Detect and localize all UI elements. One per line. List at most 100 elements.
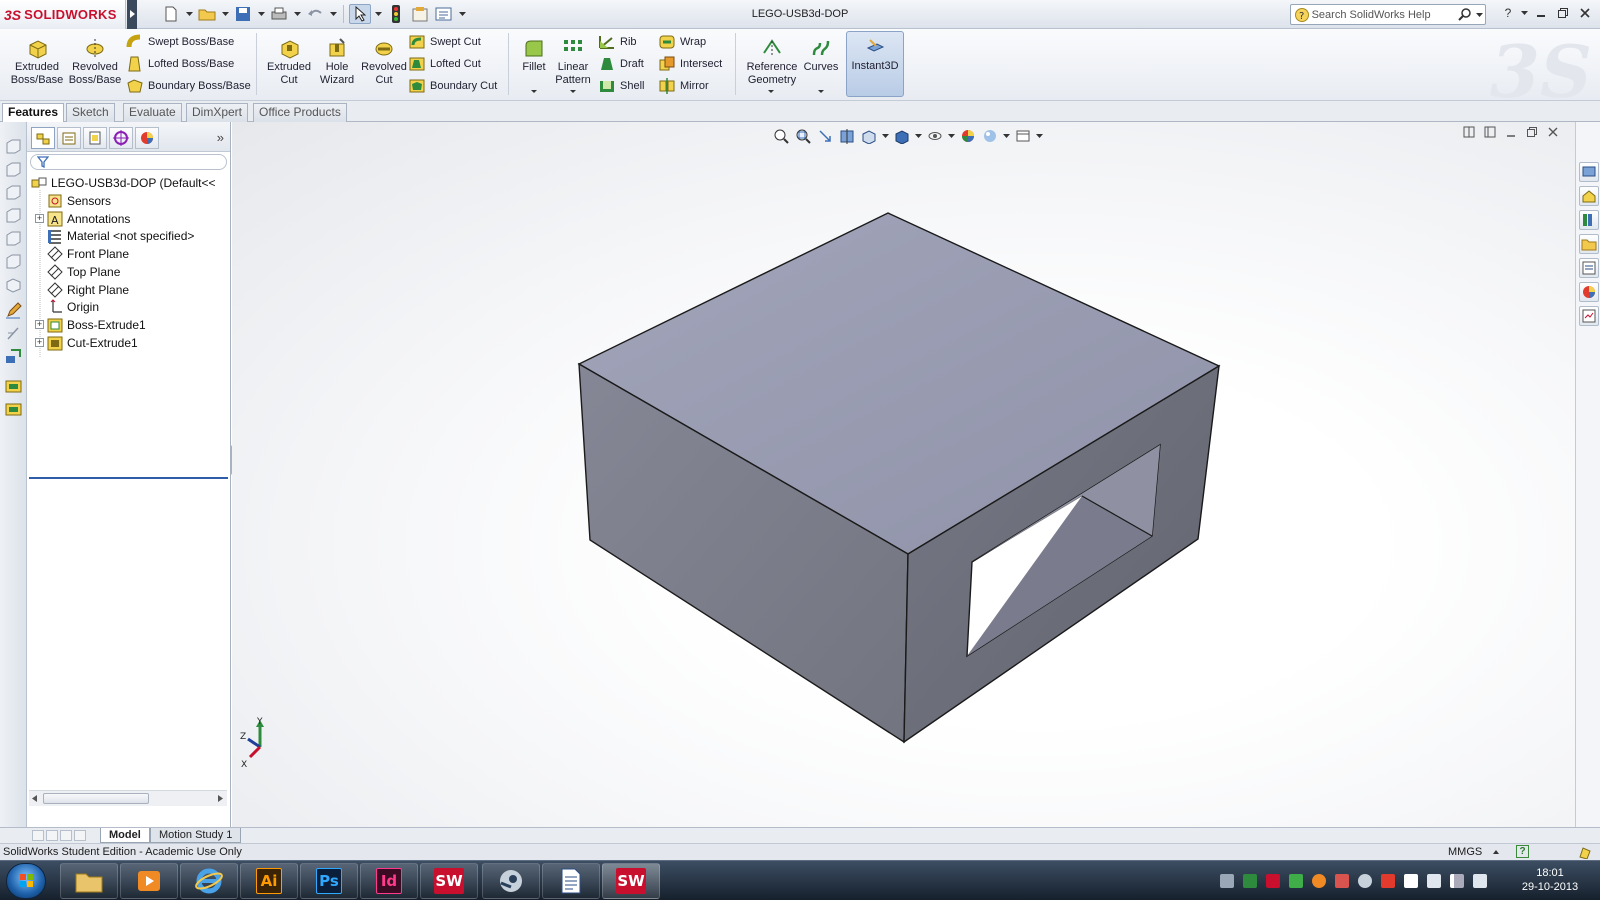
search-dropdown-arrow[interactable]	[1475, 12, 1485, 18]
extruded-cut-button[interactable]: Extruded Cut	[262, 33, 316, 95]
tab-sketch[interactable]: Sketch	[66, 103, 115, 122]
select-pointer-icon[interactable]	[349, 4, 371, 24]
tree-item[interactable]: Cut-Extrude1	[47, 334, 138, 352]
help-search-input[interactable]	[1311, 5, 1458, 24]
tree-item[interactable]: Top Plane	[47, 263, 120, 281]
tree-root-part[interactable]: LEGO-USB3d-DOP (Default<<	[31, 174, 216, 192]
first-tab-arrow-icon[interactable]	[32, 830, 44, 841]
linear-pattern-dropdown-arrow[interactable]	[570, 90, 576, 93]
action-center-flag-icon[interactable]	[1404, 874, 1418, 888]
print-dropdown-arrow[interactable]	[292, 4, 302, 24]
configuration-manager-tab-icon[interactable]	[83, 127, 107, 149]
new-document-icon[interactable]	[160, 4, 182, 24]
scroll-left-arrow-icon[interactable]	[32, 795, 38, 802]
boundary-cut-button[interactable]: Boundary Cut	[408, 76, 497, 96]
left-view-icon[interactable]	[5, 184, 22, 201]
appearances-scenes-icon[interactable]	[1579, 282, 1599, 302]
help-search-box[interactable]: ?	[1290, 4, 1486, 25]
feature-tree-tab-icon[interactable]	[31, 127, 55, 149]
signal-bars-icon[interactable]	[1450, 874, 1464, 888]
last-tab-arrow-icon[interactable]	[74, 830, 86, 841]
revolved-boss-button[interactable]: Revolved Boss/Base	[68, 33, 122, 95]
save-icon[interactable]	[232, 4, 254, 24]
solidworks-resources-icon[interactable]	[1579, 162, 1599, 182]
minimize-icon[interactable]	[1532, 4, 1550, 22]
boundary-boss-button[interactable]: Boundary Boss/Base	[126, 76, 251, 96]
network-app-icon[interactable]	[1289, 874, 1303, 888]
view-palette-icon[interactable]	[1579, 258, 1599, 278]
tree-item[interactable]: Front Plane	[47, 245, 129, 263]
windows-start-button[interactable]	[6, 863, 46, 899]
tab-model[interactable]: Model	[100, 828, 150, 843]
isometric-view-icon[interactable]	[5, 276, 22, 293]
open-dropdown-arrow[interactable]	[220, 4, 230, 24]
new-dropdown-arrow[interactable]	[184, 4, 194, 24]
options-icon[interactable]	[433, 4, 455, 24]
restore-icon[interactable]	[1554, 4, 1572, 22]
next-tab-arrow-icon[interactable]	[60, 830, 72, 841]
taskbar-photoshop[interactable]: Ps	[300, 863, 358, 899]
graphics-area[interactable]: Y Z X	[232, 122, 1575, 827]
extruded-boss-button[interactable]: Extruded Boss/Base	[10, 33, 64, 95]
tree-item[interactable]: Material <not specified>	[47, 227, 194, 245]
taskbar-steam[interactable]	[482, 863, 540, 899]
instant3d-button[interactable]: Instant3D	[846, 31, 904, 97]
tab-dimxpert[interactable]: DimXpert	[186, 103, 249, 122]
swept-boss-button[interactable]: Swept Boss/Base	[126, 32, 234, 52]
volume-icon[interactable]	[1473, 874, 1487, 888]
file-properties-icon[interactable]	[409, 4, 431, 24]
part-model-3d[interactable]	[232, 122, 1575, 827]
taskbar-document-viewer[interactable]	[542, 863, 600, 899]
options-dropdown-arrow[interactable]	[457, 4, 467, 24]
lofted-boss-button[interactable]: Lofted Boss/Base	[126, 54, 234, 74]
file-explorer-icon[interactable]	[1579, 234, 1599, 254]
tree-item[interactable]: Sensors	[47, 192, 111, 210]
rebuild-status-icon[interactable]	[1578, 845, 1592, 859]
magnifier-icon[interactable]	[1457, 7, 1472, 22]
power-icon[interactable]	[1427, 874, 1441, 888]
tree-item[interactable]: Origin	[47, 298, 99, 316]
tree-item[interactable]: Boss-Extrude1	[47, 316, 146, 334]
scroll-thumb[interactable]	[43, 793, 149, 804]
fillet-dropdown-arrow[interactable]	[531, 90, 537, 93]
menu-expand-arrow[interactable]	[127, 0, 137, 29]
feature-tree-horizontal-scrollbar[interactable]	[29, 790, 227, 806]
property-manager-tab-icon[interactable]	[57, 127, 81, 149]
feature-tool-2-icon[interactable]	[5, 401, 22, 418]
undo-icon[interactable]	[304, 4, 326, 24]
close-icon[interactable]	[1576, 4, 1594, 22]
shell-button[interactable]: Shell	[598, 76, 644, 96]
intersect-button[interactable]: Intersect	[658, 54, 722, 74]
tab-motion-study-1[interactable]: Motion Study 1	[150, 828, 242, 843]
back-view-icon[interactable]	[5, 161, 22, 178]
right-view-icon[interactable]	[5, 207, 22, 224]
units-dropdown-arrow[interactable]	[1493, 850, 1499, 854]
swept-cut-button[interactable]: Swept Cut	[408, 32, 481, 52]
bottom-view-icon[interactable]	[5, 253, 22, 270]
rebuild-traffic-light-icon[interactable]	[385, 4, 407, 24]
taskbar-indesign[interactable]: Id	[360, 863, 418, 899]
tree-expand-toggle[interactable]: +	[35, 213, 44, 223]
steam-tray-icon[interactable]	[1358, 874, 1372, 888]
wrap-button[interactable]: Wrap	[658, 32, 706, 52]
speaker-alert-icon[interactable]	[1381, 874, 1395, 888]
smart-dimension-icon[interactable]	[5, 325, 22, 342]
curves-button[interactable]: Curves	[800, 33, 842, 95]
more-tabs-chevron-icon[interactable]: »	[217, 130, 224, 145]
hole-wizard-button[interactable]: Hole Wizard	[310, 33, 364, 95]
revolved-cut-button[interactable]: Revolved Cut	[357, 33, 411, 95]
dimxpert-manager-tab-icon[interactable]	[109, 127, 133, 149]
tab-evaluate[interactable]: Evaluate	[123, 103, 182, 122]
taskbar-internet-explorer[interactable]	[180, 863, 238, 899]
taskbar-solidworks-pinned[interactable]: SW	[420, 863, 478, 899]
top-view-icon[interactable]	[5, 230, 22, 247]
select-dropdown-arrow[interactable]	[373, 4, 383, 24]
rollback-bar[interactable]	[29, 477, 228, 479]
save-dropdown-arrow[interactable]	[256, 4, 266, 24]
settings-gear-icon[interactable]	[1335, 874, 1349, 888]
design-library-icon[interactable]	[1579, 210, 1599, 230]
sketch-pencil-icon[interactable]	[5, 302, 22, 319]
rib-button[interactable]: Rib	[598, 32, 637, 52]
custom-properties-icon[interactable]	[1579, 306, 1599, 326]
mirror-button[interactable]: Mirror	[658, 76, 709, 96]
